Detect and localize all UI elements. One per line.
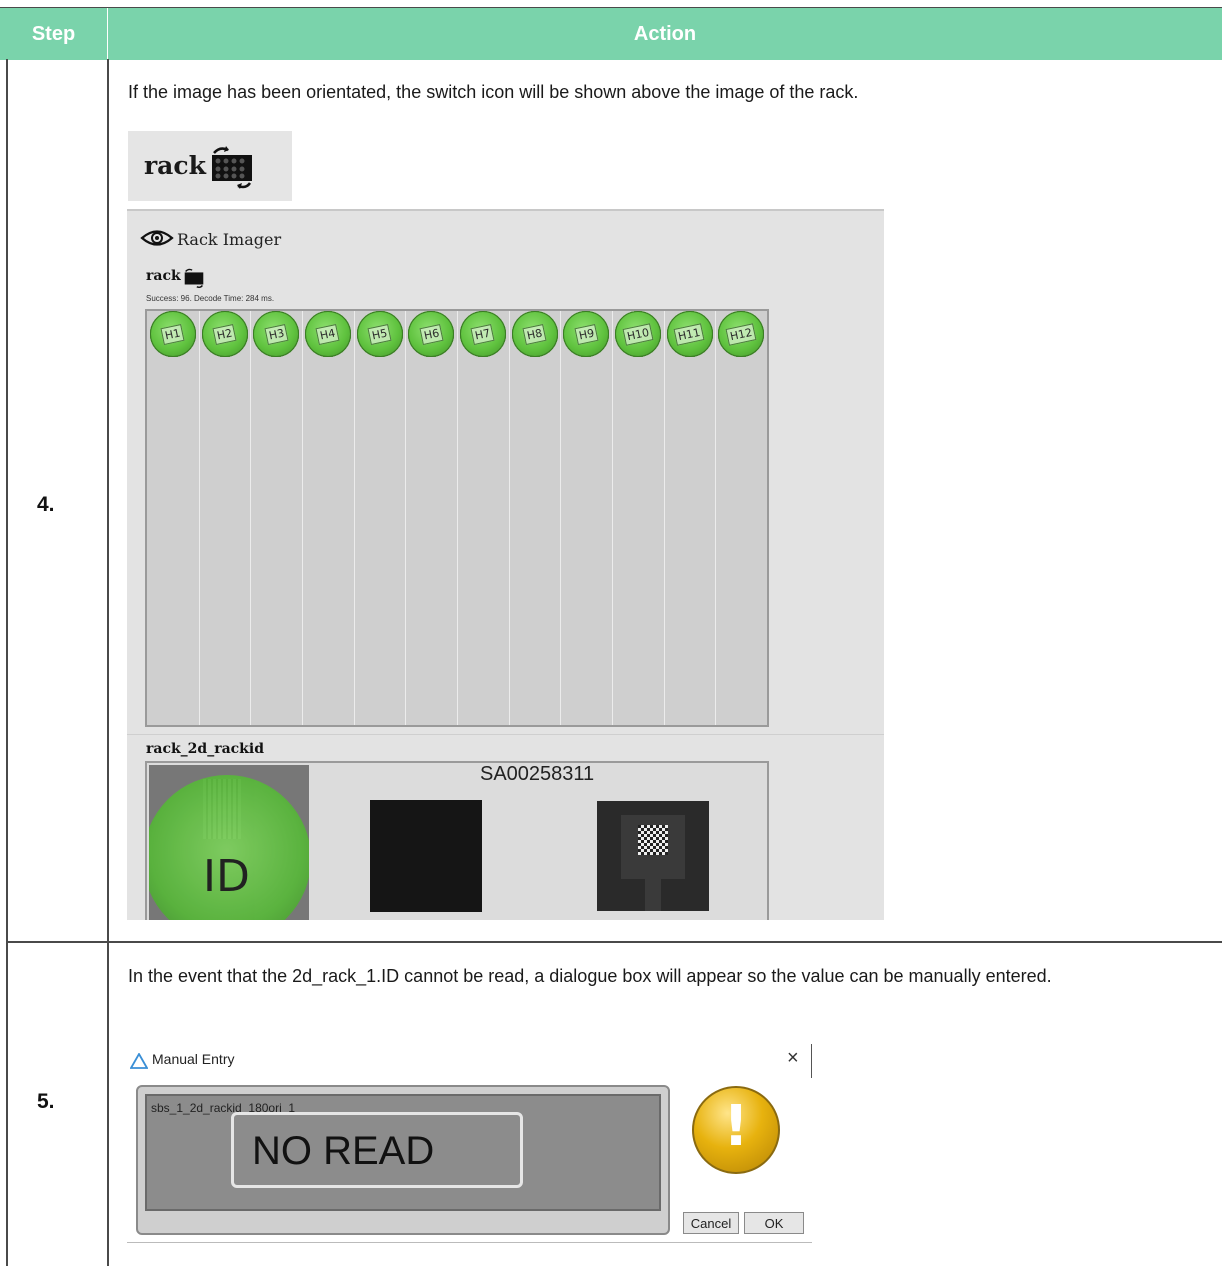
grid-line (663, 311, 665, 725)
well-H1: H1 (149, 311, 196, 357)
rack-well-grid: A1A2A3A4A5A6A7A8A9A10A11A12B1B2B3B4B5B6B… (145, 309, 769, 727)
manual-entry-dialog: Manual Entry × sbs_1_2d_rackid_180ori_1 … (127, 1044, 817, 1249)
grid-line (198, 311, 200, 725)
grid-line (560, 311, 562, 725)
step-4-text: If the image has been orientated, the sw… (128, 82, 859, 102)
rackid-value: SA00258311 (480, 763, 595, 785)
table-column-divider (107, 59, 109, 1266)
procedure-table: Step Action 4. If the image has been ori… (0, 0, 1222, 1266)
grid-line (612, 311, 613, 725)
rack-imager-screenshot: Rack Imager rack Success: 96. Decode Tim… (127, 209, 884, 920)
grid-line (302, 311, 303, 725)
rack-imager-rack-label: rack (146, 268, 181, 284)
well-label: H12 (725, 322, 757, 346)
section-divider (127, 734, 884, 735)
rack-imager-title: Rack Imager (177, 230, 282, 249)
well-label: H10 (622, 322, 654, 346)
well-H10: H10 (614, 311, 661, 357)
well-H9: H9 (563, 311, 610, 357)
close-icon[interactable]: × (787, 1047, 799, 1070)
well-H5: H5 (356, 311, 403, 357)
well-H4: H4 (304, 311, 351, 357)
decode-status: Success: 96. Decode Time: 284 ms. (146, 294, 275, 303)
grid-line (457, 311, 458, 725)
ok-button[interactable]: OK (744, 1212, 804, 1234)
rackid-tag-image (597, 801, 709, 911)
table-header: Step Action (0, 7, 1222, 60)
well-label: H8 (522, 323, 547, 345)
well-H3: H3 (253, 311, 300, 357)
well-label: H2 (212, 323, 237, 345)
eye-icon (140, 230, 174, 246)
rack-switch-icon-small (184, 268, 204, 288)
well-label: H7 (470, 323, 496, 345)
value-text: NO READ (252, 1129, 435, 1173)
rack-switch-badge: rack (128, 131, 292, 201)
step-number-4: 4. (37, 493, 55, 516)
rackid-id-text: ID (203, 851, 250, 902)
well-H7: H7 (459, 311, 506, 357)
header-action: Action (633, 22, 697, 45)
value-input[interactable]: NO READ (231, 1112, 523, 1188)
rack-switch-icon (212, 146, 252, 189)
dialog-title: Manual Entry (152, 1051, 235, 1067)
rackid-decoded-overlay: ID (149, 775, 309, 920)
grid-line (353, 311, 355, 725)
datamatrix-graphic (638, 825, 668, 855)
header-step: Step (0, 8, 108, 60)
grid-line (715, 311, 717, 725)
well-label: H6 (418, 323, 444, 345)
well-H12: H12 (718, 311, 765, 357)
rackid-camera-view: ID (149, 765, 309, 920)
grid-line (405, 311, 407, 725)
warning-icon: ! (692, 1086, 780, 1174)
entry-panel: sbs_1_2d_rackid_180ori_1 NO READ (145, 1094, 661, 1211)
well-label: H5 (367, 323, 392, 345)
rackid-label: rack_2d_rackid (146, 741, 264, 757)
grid-line (250, 311, 252, 725)
entry-frame: sbs_1_2d_rackid_180ori_1 NO READ (136, 1085, 670, 1235)
well-label: H4 (315, 323, 341, 345)
well-H11: H11 (666, 311, 713, 357)
rackid-blank-image (370, 800, 482, 912)
well-label: H1 (160, 323, 186, 345)
cancel-button[interactable]: Cancel (683, 1212, 739, 1234)
rack-label: rack (144, 151, 206, 180)
well-H8: H8 (511, 311, 558, 357)
row-divider (6, 941, 1222, 943)
table-border-left (6, 59, 8, 1266)
well-label: H11 (673, 322, 706, 346)
well-label: H3 (263, 323, 289, 345)
grid-line (508, 311, 510, 725)
step-number-5: 5. (37, 1090, 55, 1113)
app-logo-icon (130, 1053, 148, 1069)
step-5-text: In the event that the 2d_rack_1.ID canno… (128, 966, 1052, 986)
rackid-panel: ID SA00258311 (145, 761, 769, 920)
well-H2: H2 (201, 311, 248, 357)
well-label: H9 (573, 323, 599, 345)
well-H6: H6 (408, 311, 455, 357)
